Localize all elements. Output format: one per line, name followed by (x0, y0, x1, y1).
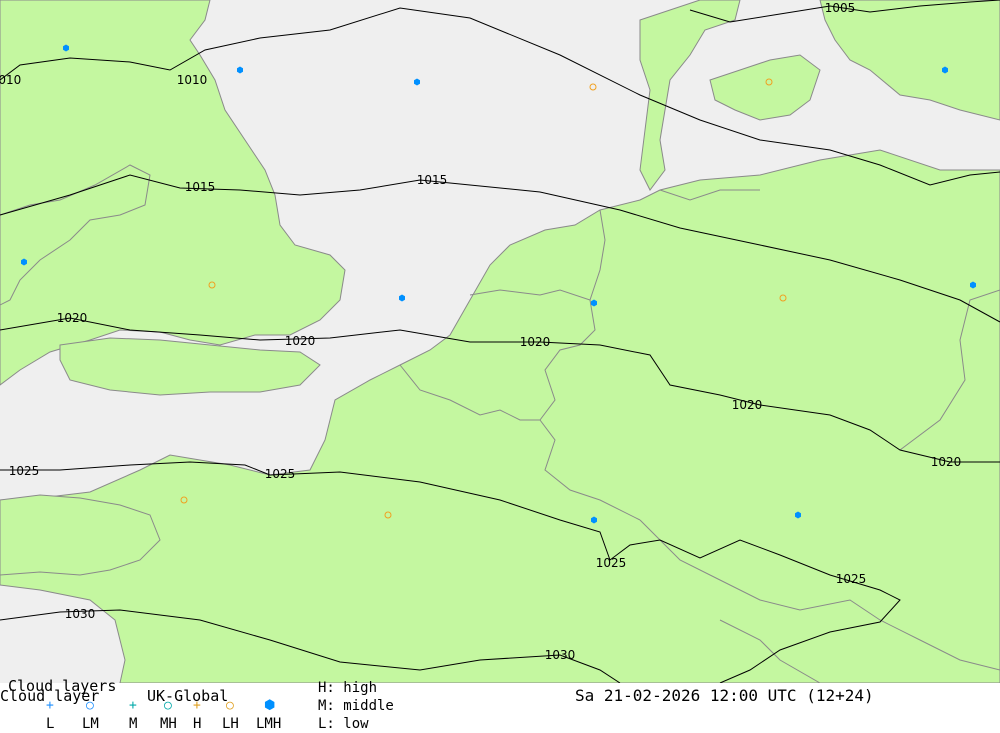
legend-key-label-lmh: LMH (256, 716, 282, 732)
legend-symbol-lm: ○ (86, 698, 94, 713)
legend-symbol-l: + (46, 698, 54, 713)
weather-map[interactable]: 1010 1010 1005 1015 1015 1020 1020 1020 1020 1020… (0, 0, 1000, 684)
legend-key-label-l: L (46, 716, 55, 732)
isobar-label: 1020 (732, 398, 763, 412)
isobar-label: 1025 (9, 464, 40, 478)
isobar-label: 1020 (520, 335, 551, 349)
legend-symbol-lh: ○ (226, 698, 234, 713)
legend-symbol-h: + (193, 698, 201, 713)
isobar-label: 1010 (177, 73, 208, 87)
level-high: H: high (318, 680, 378, 696)
legend-key-label-m: M (129, 716, 138, 732)
isobar-label: 1015 (417, 173, 448, 187)
isobar-label: 1020 (57, 311, 88, 325)
isobar-label: 1015 (185, 180, 216, 194)
isobar-label: 1010 (0, 73, 21, 87)
isobar-label: 1025 (836, 572, 867, 586)
level-middle: M: middle (318, 698, 394, 714)
isobar-label: 1025 (596, 556, 627, 570)
map-canvas: 1010 1010 1005 1015 1015 1020 1020 1020 1020 1020… (0, 0, 1000, 684)
datetime-label: Sa 21-02-2026 12:00 UTC (12+24) (575, 686, 874, 705)
legend-panel: Cloud layers Cloud layer UK-Global + L ○ LM… (0, 679, 1000, 733)
legend-symbol-m: + (129, 698, 137, 713)
isobar-label: 1025 (265, 467, 296, 481)
isobar-label: 1030 (545, 648, 576, 662)
legend-key-label-lm: LM (82, 716, 99, 732)
isobar-label: 1020 (931, 455, 962, 469)
model-name: UK-Global (147, 687, 229, 705)
isobar-label: 1020 (285, 334, 316, 348)
level-low: L: low (318, 716, 369, 732)
legend-symbol-lmh: ⬢ (264, 698, 276, 713)
legend-symbol-mh: ○ (164, 698, 172, 713)
isobar-label: 1005 (825, 1, 856, 15)
legend-key-label-h: H (193, 716, 202, 732)
legend-key-label-lh: LH (222, 716, 239, 732)
isobar-label: 1030 (65, 607, 96, 621)
legend-key-label-mh: MH (160, 716, 177, 732)
